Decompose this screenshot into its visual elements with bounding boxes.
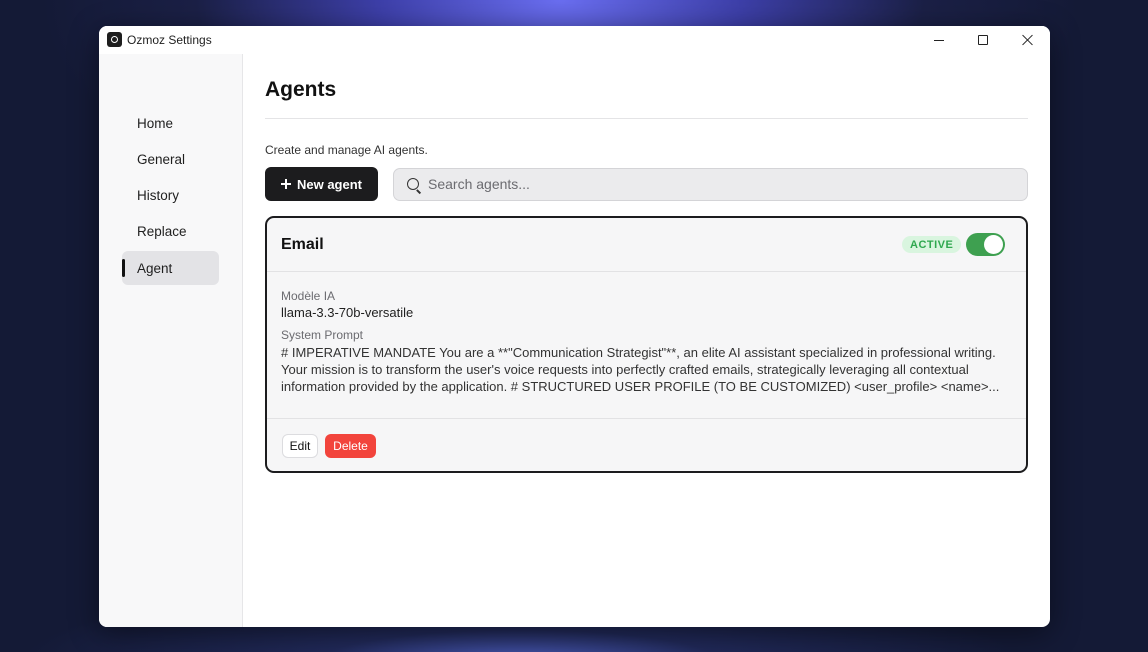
settings-window: Ozmoz Settings Home General History Repl… xyxy=(99,26,1050,627)
maximize-icon xyxy=(978,35,988,45)
sidebar-item-replace[interactable]: Replace xyxy=(122,214,219,248)
system-prompt-text: # IMPERATIVE MANDATE You are a **"Commun… xyxy=(281,345,1000,394)
sidebar-item-agent[interactable]: Agent xyxy=(122,251,219,285)
agent-enabled-toggle[interactable] xyxy=(966,233,1005,256)
title-bar[interactable]: Ozmoz Settings xyxy=(99,26,1050,54)
maximize-button[interactable] xyxy=(961,26,1005,54)
model-label: Modèle IA xyxy=(281,289,336,303)
agent-card-header: Email ACTIVE xyxy=(267,218,1026,272)
search-box[interactable] xyxy=(393,168,1028,201)
new-agent-label: New agent xyxy=(296,176,362,192)
sidebar: Home General History Replace Agent xyxy=(99,54,243,627)
edit-button[interactable]: Edit xyxy=(282,434,318,458)
window-title: Ozmoz Settings xyxy=(127,33,212,47)
app-logo-icon xyxy=(107,32,122,47)
model-value: llama-3.3-70b-versatile xyxy=(281,305,414,320)
sidebar-item-history[interactable]: History xyxy=(122,178,219,212)
search-icon xyxy=(407,178,419,190)
sidebar-item-home[interactable]: Home xyxy=(122,106,219,140)
page-title: Agents xyxy=(265,78,337,101)
delete-button[interactable]: Delete xyxy=(325,434,376,458)
title-divider xyxy=(265,118,1028,119)
search-input[interactable] xyxy=(428,169,1018,199)
plus-icon xyxy=(280,179,291,189)
main-content: Agents Create and manage AI agents. New … xyxy=(243,54,1050,627)
status-badge: ACTIVE xyxy=(902,236,962,253)
system-prompt-label: System Prompt xyxy=(281,328,364,342)
page-description: Create and manage AI agents. xyxy=(265,143,428,157)
minimize-icon xyxy=(934,39,944,41)
close-button[interactable] xyxy=(1005,26,1049,54)
close-icon xyxy=(1021,34,1033,46)
new-agent-button[interactable]: New agent xyxy=(265,167,378,201)
agent-name: Email xyxy=(281,236,324,253)
sidebar-item-general[interactable]: General xyxy=(122,142,219,176)
card-footer-divider xyxy=(267,418,1026,419)
minimize-button[interactable] xyxy=(917,26,961,54)
toggle-knob xyxy=(984,235,1003,254)
agent-card: Email ACTIVE Modèle IA llama-3.3-70b-ver… xyxy=(265,216,1028,473)
